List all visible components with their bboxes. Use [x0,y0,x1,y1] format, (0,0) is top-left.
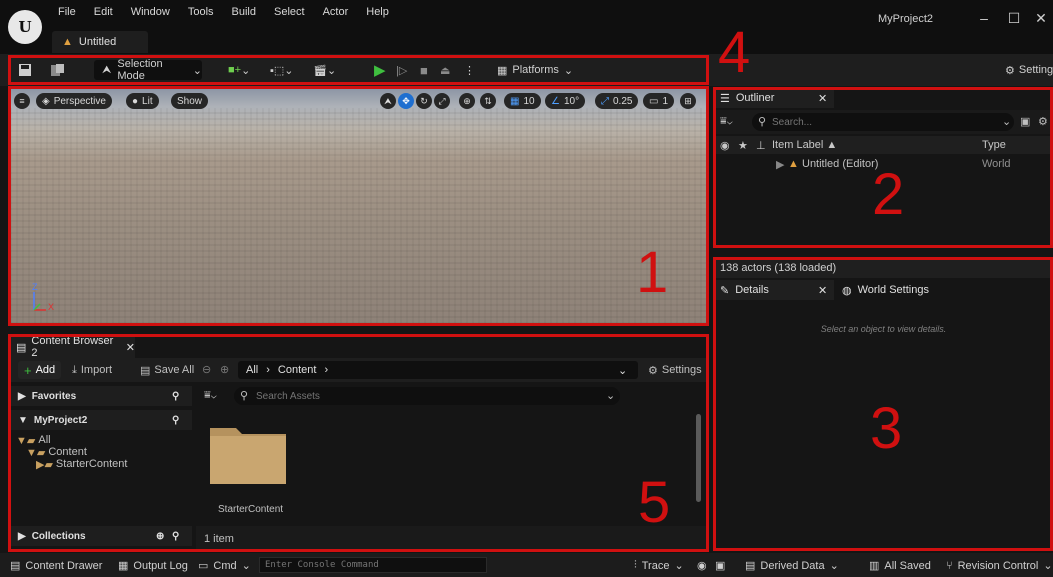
cmd-label: Cmd [213,559,237,572]
output-log-label: Output Log [133,559,188,572]
cmd-dropdown[interactable]: ▭ Cmd ⌄ [198,558,251,573]
menu-build[interactable]: Build [232,6,256,18]
derived-data-icon: ▤ [745,560,756,572]
callout-number-5: 5 [638,470,671,535]
callout-box-content-browser [8,334,709,552]
content-icon: ▤ [10,560,21,572]
all-saved-button[interactable]: ▥ All Saved [869,558,931,573]
level-icon: ▲ [62,36,73,48]
trace-label: Trace [641,559,670,572]
chevron-down-icon: ⌄ [1043,560,1053,572]
menu-window[interactable]: Window [131,6,170,18]
menu-bar: File Edit Window Tools Build Select Acto… [58,6,389,18]
screenshot-icon[interactable]: ▣ [715,558,725,573]
trace-icon: ⫶ [634,559,637,571]
content-drawer-label: Content Drawer [25,559,103,572]
derived-data-dropdown[interactable]: ▤ Derived Data ⌄ [745,558,839,573]
project-name: MyProject2 [878,13,934,25]
output-log-button[interactable]: ▦ Output Log [118,558,188,573]
content-drawer-button[interactable]: ▤ Content Drawer [10,558,102,573]
gear-icon: ⚙ [1005,64,1015,77]
menu-tools[interactable]: Tools [188,6,214,18]
trace-dropdown[interactable]: ⫶ Trace ⌄ [634,558,684,573]
log-icon: ▦ [118,560,129,572]
unreal-logo-icon[interactable]: U [8,10,42,44]
revision-control-label: Revision Control [957,559,1039,572]
all-saved-label: All Saved [884,559,931,572]
branch-icon: ⑂ [946,559,953,572]
level-tab[interactable]: ▲ Untitled [52,31,148,53]
settings-button[interactable]: ⚙ Settings ⌄ [1005,60,1053,80]
menu-help[interactable]: Help [366,6,389,18]
console-input[interactable] [259,557,487,573]
callout-box-viewport [8,86,709,326]
menu-select[interactable]: Select [274,6,305,18]
callout-number-3: 3 [870,396,903,461]
callout-number-4: 4 [718,20,751,85]
settings-label: Settings [1018,64,1053,76]
menu-file[interactable]: File [58,6,76,18]
terminal-icon: ▭ [198,560,209,572]
derived-data-label: Derived Data [760,559,825,572]
menu-actor[interactable]: Actor [323,6,349,18]
chevron-down-icon: ⌄ [674,560,684,572]
revision-control-dropdown[interactable]: ⑂ Revision Control ⌄ [946,558,1053,573]
callout-number-2: 2 [872,162,905,227]
close-icon[interactable]: ✕ [1029,10,1053,27]
saved-icon: ▥ [869,560,880,572]
callout-box-toolbar [8,55,709,85]
chevron-down-icon: ⌄ [241,560,251,572]
menu-edit[interactable]: Edit [94,6,113,18]
callout-number-1: 1 [636,240,669,305]
record-icon[interactable]: ◉ [697,558,707,573]
minimize-icon[interactable]: – [972,10,996,26]
chevron-down-icon: ⌄ [829,560,839,572]
level-tab-label: Untitled [78,36,117,48]
maximize-icon[interactable]: ☐ [1002,10,1026,27]
